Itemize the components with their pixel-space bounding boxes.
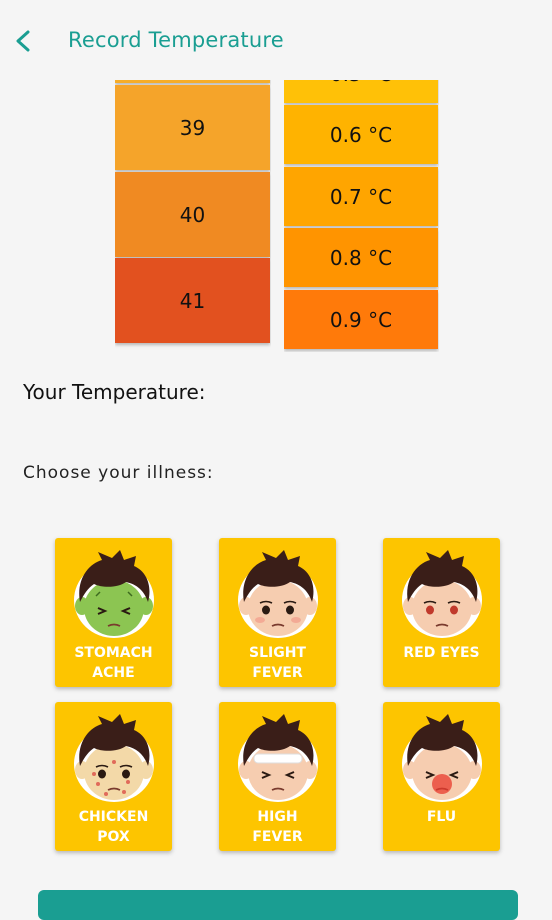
illness-card-label: CHICKEN POX — [78, 809, 149, 845]
red-eyes-face-icon — [402, 550, 482, 638]
picker-item[interactable]: 0.7 °C — [284, 167, 438, 226]
illness-card-label: HIGH FEVER — [252, 809, 303, 845]
illness-card-stomach-ache[interactable]: STOMACH ACHE — [55, 538, 172, 687]
illness-card-label: SLIGHT FEVER — [249, 645, 306, 681]
slight-fever-face-icon — [238, 550, 318, 638]
picker-item[interactable]: 41 — [115, 258, 270, 343]
illness-card-slight-fever[interactable]: SLIGHT FEVER — [219, 538, 336, 687]
illness-card-flu[interactable]: FLU — [383, 702, 500, 851]
illness-card-high-fever[interactable]: HIGH FEVER — [219, 702, 336, 851]
picker-item[interactable]: 40 — [115, 172, 270, 257]
your-temperature-label: Your Temperature: — [23, 380, 206, 404]
illness-card-red-eyes[interactable]: RED EYES — [383, 538, 500, 687]
chevron-left-icon — [16, 30, 30, 52]
illness-card-label: FLU — [426, 809, 457, 825]
flu-face-icon — [402, 714, 482, 802]
picker-item[interactable]: 39 — [115, 85, 270, 170]
picker-item[interactable]: 0.9 °C — [284, 290, 438, 349]
illness-card-label: RED EYES — [403, 645, 480, 661]
page-title: Record Temperature — [68, 28, 284, 52]
illness-card-label: STOMACH ACHE — [74, 645, 153, 681]
back-button[interactable] — [10, 24, 40, 58]
app-bar: Record Temperature — [0, 0, 552, 80]
high-fever-face-icon — [238, 714, 318, 802]
submit-button[interactable] — [38, 890, 518, 920]
chicken-pox-face-icon — [74, 714, 154, 802]
illness-card-chicken-pox[interactable]: CHICKEN POX — [55, 702, 172, 851]
stomach-ache-face-icon — [74, 550, 154, 638]
picker-item[interactable]: 0.8 °C — [284, 228, 438, 287]
choose-illness-label: Choose your illness: — [23, 463, 214, 483]
picker-item[interactable]: 0.6 °C — [284, 105, 438, 164]
